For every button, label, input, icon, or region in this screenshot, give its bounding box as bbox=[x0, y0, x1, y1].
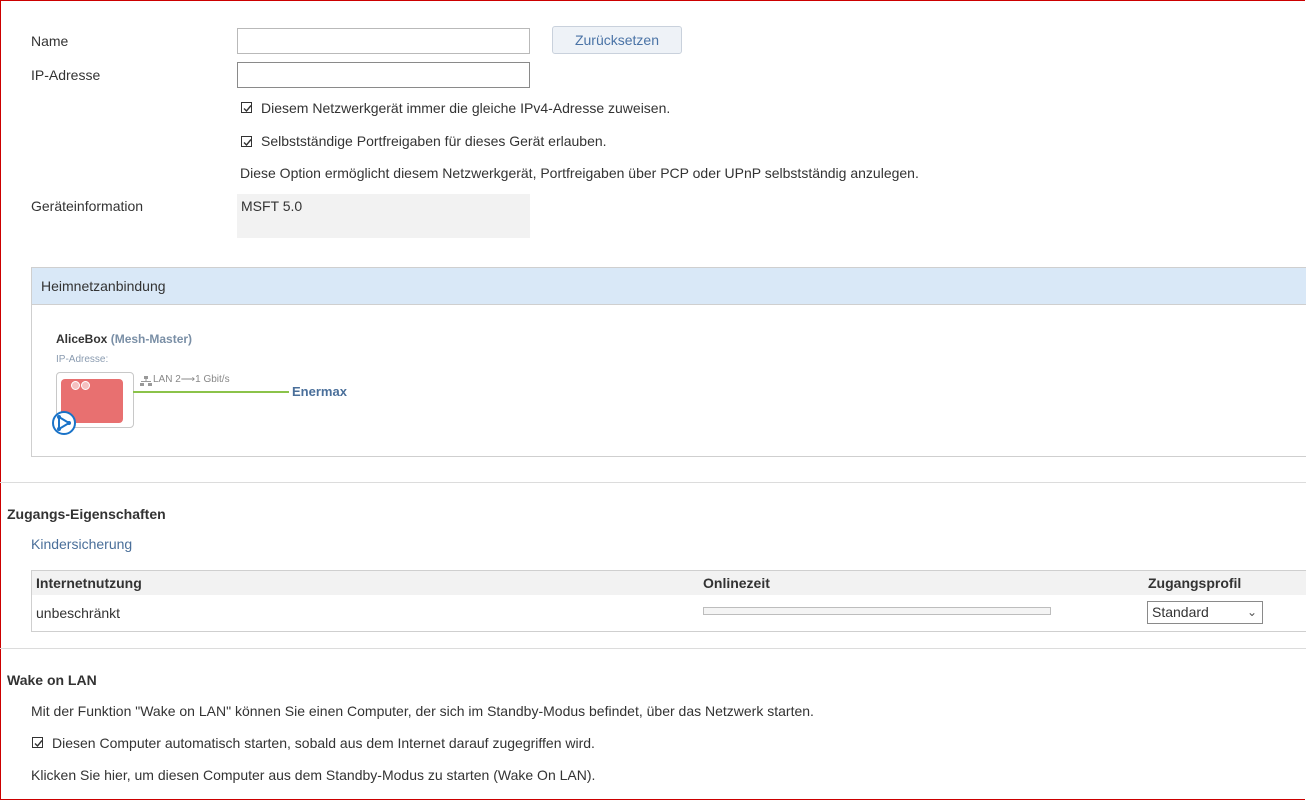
profile-select-value: Standard bbox=[1152, 604, 1209, 620]
devinfo-value: MSFT 5.0 bbox=[237, 194, 530, 238]
divider bbox=[0, 482, 1306, 483]
wol-title: Wake on LAN bbox=[7, 672, 97, 688]
devinfo-label: Geräteinformation bbox=[31, 198, 144, 214]
heimnetz-panel: Heimnetzanbindung AliceBox (Mesh-Master)… bbox=[31, 267, 1306, 457]
divider bbox=[0, 648, 1306, 649]
router-ip-label: IP-Adresse: bbox=[56, 354, 109, 365]
reset-button[interactable]: Zurücksetzen bbox=[552, 26, 682, 54]
wol-auto-label: Diesen Computer automatisch starten, sob… bbox=[52, 735, 595, 751]
portfw-checkbox[interactable] bbox=[241, 136, 252, 147]
profile-select[interactable]: Standard ⌄ bbox=[1147, 601, 1263, 624]
table-header bbox=[32, 571, 1306, 595]
col-usage: Internetnutzung bbox=[36, 575, 142, 591]
wol-start-hint[interactable]: Klicken Sie hier, um diesen Computer aus… bbox=[31, 767, 595, 783]
lan-link-label: LAN 2⟶1 Gbit/s bbox=[153, 374, 230, 385]
wol-auto-checkbox[interactable] bbox=[32, 737, 43, 748]
check-icon bbox=[243, 105, 252, 113]
col-profile: Zugangsprofil bbox=[1148, 575, 1242, 591]
access-title: Zugangs-Eigenschaften bbox=[7, 506, 166, 522]
name-label: Name bbox=[31, 33, 69, 49]
device-name[interactable]: Enermax bbox=[292, 384, 347, 399]
heimnetz-title: Heimnetzanbindung bbox=[32, 268, 1306, 305]
wol-description: Mit der Funktion "Wake on LAN" können Si… bbox=[31, 703, 814, 719]
router-name-text: AliceBox bbox=[56, 332, 108, 346]
lan-link-line bbox=[133, 391, 289, 393]
chevron-down-icon: ⌄ bbox=[1246, 605, 1257, 619]
ip-input[interactable] bbox=[237, 62, 530, 88]
portfw-hint: Diese Option ermöglicht diesem Netzwerkg… bbox=[240, 165, 919, 181]
router-role: (Mesh-Master) bbox=[110, 332, 193, 346]
name-input[interactable] bbox=[237, 28, 530, 54]
parental-control-link[interactable]: Kindersicherung bbox=[31, 536, 132, 552]
ip-label: IP-Adresse bbox=[31, 67, 101, 83]
fixed-ip-checkbox[interactable] bbox=[241, 102, 252, 113]
col-online-time: Onlinezeit bbox=[703, 575, 770, 591]
mesh-icon bbox=[52, 411, 76, 435]
fixed-ip-label: Diesem Netzwerkgerät immer die gleiche I… bbox=[261, 100, 671, 116]
portfw-label: Selbstständige Portfreigaben für dieses … bbox=[261, 133, 607, 149]
online-time-bar bbox=[703, 607, 1051, 615]
check-icon bbox=[34, 740, 43, 748]
access-table: Internetnutzung Onlinezeit Zugangsprofil… bbox=[31, 570, 1306, 632]
router-name: AliceBox (Mesh-Master) bbox=[56, 332, 192, 346]
usage-value: unbeschränkt bbox=[36, 605, 121, 621]
network-icon bbox=[140, 376, 152, 386]
check-icon bbox=[243, 139, 252, 147]
